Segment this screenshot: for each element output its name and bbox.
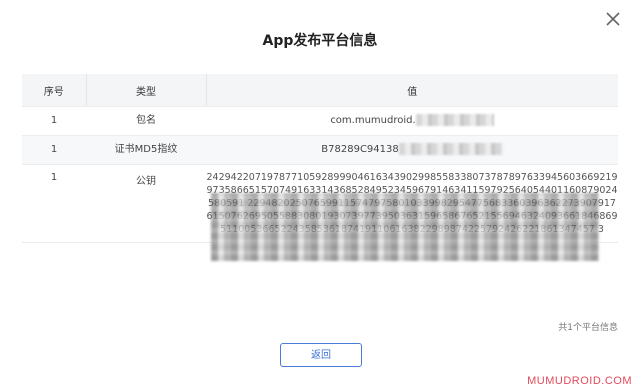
watermark: MUMUDROID.COM — [527, 375, 632, 387]
row-value-text: com.mumudroid. — [330, 115, 416, 126]
row-type: 包名 — [86, 106, 206, 136]
row-type: 证书MD5指纹 — [86, 135, 206, 165]
column-header-index: 序号 — [22, 74, 86, 107]
row-index: 1 — [22, 135, 86, 165]
row-value: B78289C94138 — [206, 135, 618, 165]
table-row: 1 包名 com.mumudroid. — [22, 106, 618, 136]
platform-info-dialog: App发布平台信息 序号 类型 值 1 包名 com.mumudroid. 1 … — [0, 0, 640, 391]
table-row: 1 公钥 24294220719787710592899904616343902… — [22, 164, 618, 261]
table-header-row: 序号 类型 值 — [22, 74, 618, 107]
redacted-region — [415, 114, 494, 126]
row-value: 2429422071978771059289990461634390299855… — [206, 164, 618, 261]
public-key-block: 2429422071978771059289990461634390299855… — [206, 171, 618, 261]
redacted-region — [398, 143, 503, 155]
row-type: 公钥 — [86, 164, 206, 243]
row-value-text: B78289C94138 — [321, 144, 399, 155]
row-index: 1 — [22, 106, 86, 136]
summary-count: 共1个平台信息 — [558, 323, 618, 333]
close-icon[interactable] — [604, 10, 622, 28]
row-index: 1 — [22, 164, 86, 243]
return-button[interactable]: 返回 — [280, 343, 362, 367]
table-row: 1 证书MD5指纹 B78289C94138 — [22, 135, 618, 165]
column-header-value: 值 — [205, 74, 618, 107]
redacted-region — [211, 193, 599, 261]
column-header-type: 类型 — [85, 74, 206, 107]
dialog-title: App发布平台信息 — [262, 33, 378, 49]
platform-info-table: 序号 类型 值 1 包名 com.mumudroid. 1 证书MD5指纹 B7… — [22, 74, 618, 261]
row-value: com.mumudroid. — [206, 106, 618, 136]
